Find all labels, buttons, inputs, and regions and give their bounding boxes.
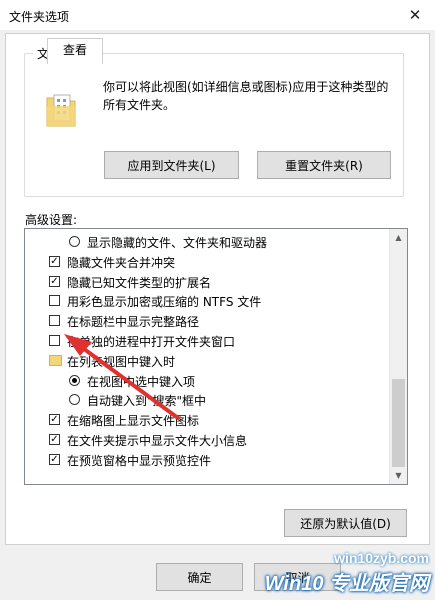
checkbox-checked[interactable]: ✓: [49, 434, 60, 445]
scroll-thumb[interactable]: [392, 379, 405, 467]
checkbox-unchecked[interactable]: [49, 295, 60, 307]
radio-unselected[interactable]: [69, 236, 80, 247]
radio-unselected[interactable]: [69, 394, 80, 406]
apply-to-folders-button[interactable]: 应用到文件夹(L): [104, 151, 239, 179]
settings-item-label: 在视图中选中键入项: [87, 374, 196, 389]
window-title: 文件夹选项: [9, 10, 70, 24]
watermark-brand: Win10 专业版官网: [264, 573, 429, 595]
folder-view-icon: [46, 94, 76, 127]
advanced-settings-list[interactable]: 显示隐藏的文件、文件夹和驱动器 ✓ 隐藏文件夹合并冲突 ✓ 隐藏已知文件类型的扩展名用彩…: [24, 228, 408, 485]
settings-item-label: 在缩略图上显示文件图标: [67, 414, 200, 429]
settings-item-label: 隐藏已知文件类型的扩展名: [67, 275, 212, 290]
folder-views-description: 你可以将此视图(如详细信息或图标)应用于这种类型的所有文件夹。: [103, 80, 389, 112]
checkbox-unchecked[interactable]: [49, 315, 60, 327]
close-button[interactable]: ✕: [395, 0, 435, 30]
advanced-settings-label: 高级设置:: [25, 213, 78, 227]
settings-item-label: 在单独的进程中打开文件夹窗口: [67, 335, 236, 349]
settings-item-label: 在标题栏中显示完整路径: [67, 315, 200, 330]
checkbox-unchecked[interactable]: [49, 335, 60, 346]
settings-item-label: 在预览窗格中显示预览控件: [67, 453, 212, 468]
radio-selected[interactable]: [69, 374, 80, 386]
list-scrollbar[interactable]: ▲ ▼: [389, 229, 407, 484]
settings-item-label: 显示隐藏的文件、文件夹和驱动器: [87, 236, 268, 250]
tab-view[interactable]: 查看: [47, 38, 103, 64]
settings-item-label: 自动键入到"搜索"框中: [87, 394, 207, 409]
checkbox-checked[interactable]: ✓: [49, 414, 60, 426]
scroll-down-icon[interactable]: ▼: [390, 467, 407, 484]
folder-views-group: 文件夹视图 你可以将此视图(如详细信息或图标)应用于这种类型的所有文件夹。 应用…: [24, 45, 404, 197]
checkbox-checked[interactable]: ✓: [49, 255, 60, 267]
reset-folders-button[interactable]: 重置文件夹(R): [257, 151, 391, 179]
ok-button[interactable]: 确定: [156, 563, 243, 591]
settings-item-label: 在文件夹提示中显示文件大小信息: [67, 434, 248, 448]
settings-item-label: 用彩色显示加密或压缩的 NTFS 文件: [67, 295, 262, 310]
close-icon: ✕: [408, 6, 422, 24]
settings-item-label: 隐藏文件夹合并冲突: [67, 255, 176, 270]
restore-defaults-button[interactable]: 还原为默认值(D): [284, 509, 407, 537]
watermark-url: win10zyb.com: [334, 550, 429, 566]
folder-icon: [49, 354, 62, 366]
scroll-up-icon[interactable]: ▲: [390, 229, 407, 246]
watermark: win10zyb.com Win10 专业版官网: [262, 545, 435, 600]
settings-item-label: 在列表视图中键入时: [67, 354, 176, 369]
checkbox-checked[interactable]: ✓: [49, 275, 60, 287]
checkbox-checked[interactable]: ✓: [49, 453, 60, 465]
title-bar: 文件夹选项 ✕: [0, 0, 435, 30]
